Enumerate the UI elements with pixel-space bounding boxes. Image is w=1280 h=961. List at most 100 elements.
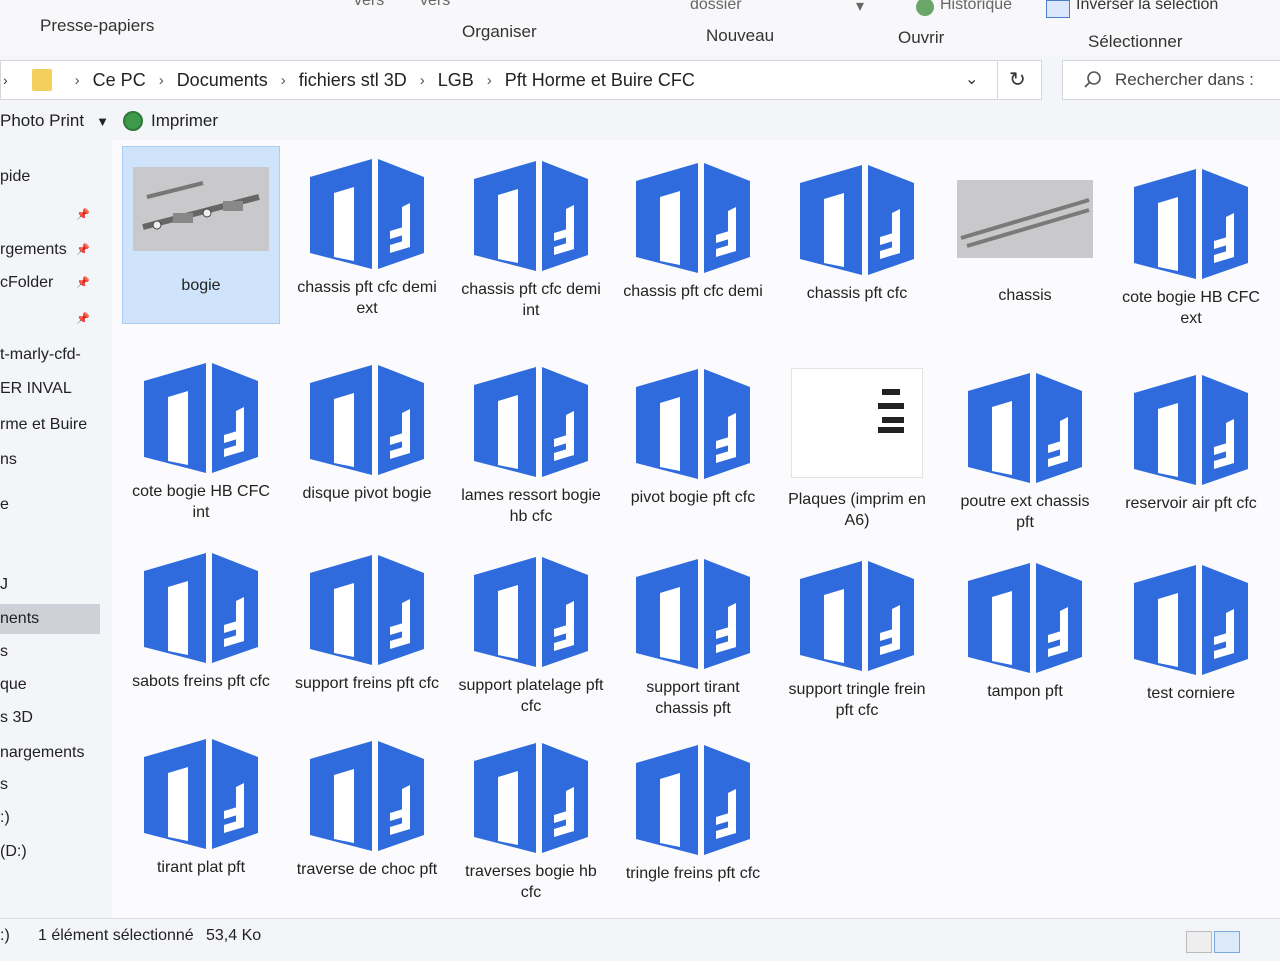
pin-icon[interactable]: 📌 (76, 200, 90, 230)
file-item[interactable]: lames ressort bogie hb cfc (452, 356, 610, 534)
sidebar-item[interactable]: nargements (0, 738, 100, 768)
file-item[interactable]: test corniere (1112, 554, 1270, 732)
file-item[interactable]: bogie (122, 146, 280, 324)
file-name: Plaques (imprim en A6) (788, 491, 926, 529)
file-item[interactable]: cote bogie HB CFC int (122, 352, 280, 530)
sidebar-item[interactable]: que (0, 670, 100, 700)
address-dropdown-icon[interactable]: ⌄ (965, 69, 978, 89)
address-row: › › Ce PC › Documents › fichiers stl 3D … (0, 56, 1280, 102)
refresh-icon[interactable]: ↻ (1009, 67, 1026, 92)
folder-icon (31, 69, 52, 91)
stl-file-icon (787, 551, 927, 675)
file-item[interactable]: sabots freins pft cfc (122, 542, 280, 720)
file-item[interactable]: chassis pft cfc demi (614, 152, 772, 330)
details-view-icon[interactable] (1186, 931, 1212, 953)
file-name: pivot bogie pft cfc (630, 489, 756, 506)
stl-file-icon (297, 149, 437, 273)
sidebar-item[interactable]: s 3D (0, 703, 100, 733)
invert-selection-icon[interactable] (1046, 0, 1070, 18)
file-name: tampon pft (987, 683, 1063, 700)
sidebar-item[interactable]: s (0, 637, 100, 667)
breadcrumb-documents[interactable]: Documents (177, 70, 268, 91)
search-box[interactable]: Rechercher dans : (1062, 60, 1280, 100)
file-item[interactable]: support tringle frein pft cfc (778, 550, 936, 728)
history-icon[interactable] (916, 0, 934, 16)
sidebar-item-label: :) (0, 809, 10, 826)
stl-file-icon (461, 151, 601, 275)
sidebar-item[interactable]: J (0, 570, 100, 600)
pin-icon[interactable]: 📌 (76, 304, 90, 334)
sidebar-item[interactable]: 📌 (0, 304, 100, 334)
command-bar: Photo Print ▼ Imprimer (0, 104, 1280, 138)
file-item[interactable]: chassis pft cfc demi int (452, 150, 610, 328)
pin-icon[interactable]: 📌 (76, 268, 90, 298)
chevron-right-icon[interactable]: › (420, 72, 425, 89)
large-icons-view-icon[interactable] (1214, 931, 1240, 953)
sidebar-item-label: pide (0, 168, 31, 185)
sidebar-item[interactable]: ns (0, 445, 100, 475)
breadcrumb-current-folder[interactable]: Pft Horme et Buire CFC (505, 70, 695, 91)
sidebar-item[interactable]: :) (0, 803, 100, 833)
file-item[interactable]: support platelage pft cfc (452, 546, 610, 724)
sidebar-item-label: e (0, 496, 9, 513)
sidebar-item[interactable]: cFolder 📌 (0, 268, 100, 298)
file-item[interactable]: traverse de choc pft (288, 730, 446, 908)
print-button[interactable]: Imprimer (151, 111, 218, 131)
sidebar-item[interactable]: e (0, 490, 100, 520)
new-group-label: Nouveau (706, 26, 775, 45)
history-button[interactable]: Historique (940, 0, 1012, 14)
sidebar-item-label: s 3D (0, 709, 33, 726)
file-item[interactable]: chassis pft cfc demi ext (288, 148, 446, 326)
sidebar-item-label: cFolder (0, 274, 54, 291)
sidebar-item[interactable]: nents (0, 604, 100, 634)
chevron-down-icon[interactable]: ▼ (96, 114, 109, 129)
file-item[interactable]: tampon pft (946, 552, 1104, 730)
file-item[interactable]: chassis (946, 156, 1104, 334)
breadcrumb-lgb[interactable]: LGB (438, 70, 474, 91)
file-item[interactable]: disque pivot bogie (288, 354, 446, 532)
file-item[interactable]: pivot bogie pft cfc (614, 358, 772, 536)
invert-selection-button[interactable]: Inverser la sélection (1076, 0, 1218, 14)
file-item[interactable]: support tirant chassis pft (614, 548, 772, 726)
file-item[interactable]: traverses bogie hb cfc (452, 732, 610, 910)
file-name: chassis pft cfc demi (623, 283, 763, 300)
sidebar-item[interactable]: 📌 (0, 200, 100, 230)
stl-file-icon (623, 359, 763, 483)
sidebar-item[interactable]: rme et Buire (0, 410, 100, 440)
divider (997, 61, 998, 99)
file-item[interactable]: tringle freins pft cfc (614, 734, 772, 912)
photo-print-button[interactable]: Photo Print (0, 111, 84, 131)
plaques-thumbnail (787, 361, 927, 485)
selection-size: 53,4 Ko (206, 927, 262, 944)
up-arrow-icon[interactable]: › (3, 72, 8, 88)
chevron-right-icon[interactable]: › (487, 72, 492, 89)
chevron-right-icon[interactable]: › (281, 72, 286, 89)
file-item[interactable]: chassis pft cfc (778, 154, 936, 332)
sidebar-item[interactable]: (D:) (0, 837, 100, 867)
pin-icon[interactable]: 📌 (76, 235, 90, 265)
sidebar-item[interactable]: t-marly-cfd- (0, 340, 100, 370)
chevron-right-icon[interactable]: › (159, 72, 164, 89)
file-item[interactable]: tirant plat pft (122, 728, 280, 906)
file-item[interactable]: reservoir air pft cfc (1112, 364, 1270, 542)
stl-file-icon (955, 553, 1095, 677)
sidebar-item[interactable]: s (0, 770, 100, 800)
sidebar-item[interactable]: rgements 📌 (0, 235, 100, 265)
sidebar-item[interactable]: pide (0, 162, 100, 192)
stl-file-icon (1121, 365, 1261, 489)
sidebar-item[interactable] (0, 534, 100, 564)
sidebar-item[interactable]: ER INVAL (0, 374, 100, 404)
chevron-right-icon[interactable]: › (75, 72, 80, 89)
file-item[interactable]: poutre ext chassis pft (946, 362, 1104, 540)
file-name: tirant plat pft (156, 859, 246, 876)
breadcrumb-stl-folder[interactable]: fichiers stl 3D (299, 70, 407, 91)
sidebar-item-label: J (0, 576, 8, 593)
file-name: chassis pft cfc (806, 285, 908, 302)
file-item[interactable]: cote bogie HB CFC ext (1112, 158, 1270, 336)
file-item[interactable]: Plaques (imprim en A6) (778, 360, 936, 538)
file-item[interactable]: support freins pft cfc (288, 544, 446, 722)
file-name: poutre ext chassis pft (960, 493, 1090, 531)
address-bar[interactable]: › › Ce PC › Documents › fichiers stl 3D … (0, 60, 1042, 100)
breadcrumb-this-pc[interactable]: Ce PC (93, 70, 146, 91)
dropdown-arrow-icon[interactable]: ▾ (856, 0, 864, 16)
